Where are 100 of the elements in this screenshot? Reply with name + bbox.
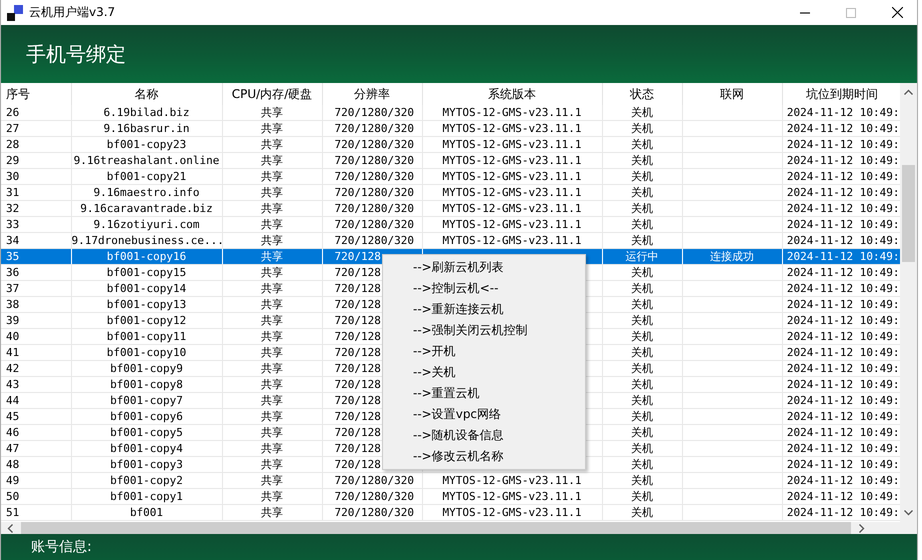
table-cell: 运行中 [626, 250, 658, 263]
table-cell: 连接成功 [710, 250, 754, 263]
scroll-up-icon[interactable] [904, 89, 914, 95]
table-cell: 720/128 [334, 282, 381, 295]
table-cell: 720/1280/320 [334, 202, 414, 215]
column-header[interactable]: CPU/内存/硬盘 [222, 83, 322, 105]
table-cell: 39 [6, 314, 20, 327]
table-cell: 720/128 [334, 394, 381, 407]
table-cell: 共享 [261, 410, 283, 423]
table-cell: MYTOS-12-GMS-v23.11.1 [442, 106, 582, 119]
table-cell: 42 [6, 362, 20, 375]
table-cell: 2024-11-12 10:49: [786, 122, 900, 135]
table-cell: 720/1280/320 [334, 474, 414, 487]
table-cell: 50 [6, 490, 20, 503]
table-cell: 关机 [631, 314, 653, 327]
table-cell: 720/1280/320 [334, 218, 414, 231]
menu-item[interactable]: -->控制云机<-- [383, 278, 585, 299]
table-cell: 720/128 [334, 346, 381, 359]
table-cell: 共享 [261, 346, 283, 359]
table-cell: 关机 [631, 394, 653, 407]
table-cell: 关机 [631, 154, 653, 167]
menu-item[interactable]: -->随机设备信息 [383, 425, 585, 446]
table-cell: 关机 [631, 442, 653, 455]
table-cell: 2024-11-12 10:49: [786, 410, 900, 423]
table-cell: 共享 [261, 474, 283, 487]
table-cell: 2024-11-12 10:49: [786, 234, 900, 247]
table-cell: 关机 [631, 202, 653, 215]
table-cell: 43 [6, 378, 20, 391]
table-cell: 共享 [261, 442, 283, 455]
table-cell: 47 [6, 442, 20, 455]
table-cell: 720/128 [334, 442, 381, 455]
table-cell: 2024-11-12 10:49: [786, 138, 900, 151]
close-icon[interactable] [892, 7, 903, 18]
table-cell: 共享 [261, 362, 283, 375]
table-cell: bf001-copy14 [106, 282, 186, 295]
table-cell: 2024-11-12 10:49: [786, 458, 900, 471]
column-header[interactable]: 系统版本 [422, 83, 602, 105]
table-cell: bf001-copy3 [110, 458, 183, 471]
account-info-label: 账号信息: [31, 538, 92, 556]
table-cell: 共享 [261, 378, 283, 391]
scroll-down-icon[interactable] [904, 510, 914, 516]
table-cell: 共享 [261, 154, 283, 167]
scrollbar-thumb[interactable] [902, 165, 916, 262]
menu-item[interactable]: -->刷新云机列表 [383, 257, 585, 278]
scroll-right-icon[interactable] [859, 524, 865, 532]
table-cell: 720/1280/320 [334, 490, 414, 503]
table-cell: 共享 [261, 138, 283, 151]
menu-item[interactable]: -->修改云机名称 [383, 446, 585, 467]
column-header[interactable]: 联网 [682, 83, 782, 105]
menu-item[interactable]: -->关机 [383, 362, 585, 383]
table-cell: 720/128 [334, 378, 381, 391]
table-cell: 720/1280/320 [334, 122, 414, 135]
table-cell: 关机 [631, 218, 653, 231]
table-cell: 9.16treashalant.online [74, 154, 220, 167]
table-cell: 关机 [631, 458, 653, 471]
table-cell: 共享 [261, 426, 283, 439]
table-cell: 44 [6, 394, 20, 407]
table-cell: 共享 [261, 330, 283, 343]
table-cell: bf001-copy4 [110, 442, 183, 455]
scroll-left-icon[interactable] [7, 524, 13, 532]
table-cell: bf001-copy12 [106, 314, 186, 327]
table-cell: 720/1280/320 [334, 154, 414, 167]
table-cell: bf001-copy9 [110, 362, 183, 375]
table-cell: 共享 [261, 266, 283, 279]
table-cell: 720/1280/320 [334, 234, 414, 247]
table-cell: 46 [6, 426, 20, 439]
table-cell: bf001-copy21 [106, 170, 186, 183]
table-cell: bf001-copy16 [106, 250, 186, 263]
table-cell: 38 [6, 298, 20, 311]
table-cell: bf001-copy10 [106, 346, 186, 359]
menu-item[interactable]: -->重置云机 [383, 383, 585, 404]
column-header[interactable]: 状态 [602, 83, 682, 105]
table-cell: 2024-11-12 10:49: [786, 394, 900, 407]
table-cell: MYTOS-12-GMS-v23.11.1 [442, 170, 582, 183]
table-cell: 2024-11-12 10:49: [786, 362, 900, 375]
table-cell: 共享 [261, 394, 283, 407]
table-cell: 720/128 [334, 426, 381, 439]
table-cell: 9.16maestro.info [94, 186, 200, 199]
table-cell: 720/128 [334, 330, 381, 343]
table-cell: 2024-11-12 10:49: [786, 378, 900, 391]
table-cell: 51 [6, 506, 20, 519]
table-cell: 720/128 [334, 266, 381, 279]
table-cell: 2024-11-12 10:49: [786, 474, 900, 487]
column-header[interactable]: 分辨率 [322, 83, 422, 105]
table-cell: 关机 [631, 506, 653, 519]
app-icon [7, 4, 23, 20]
menu-item[interactable]: -->重新连接云机 [383, 299, 585, 320]
table-cell: 关机 [631, 266, 653, 279]
table-cell: 关机 [631, 362, 653, 375]
table-cell: 6.19bilad.biz [103, 106, 190, 119]
menu-item[interactable]: -->设置vpc网络 [383, 404, 585, 425]
table-cell: MYTOS-12-GMS-v23.11.1 [442, 474, 582, 487]
table-cell: 共享 [261, 170, 283, 183]
table-cell: 720/128 [334, 458, 381, 471]
menu-item[interactable]: -->强制关闭云机控制 [383, 320, 585, 341]
column-header[interactable]: 名称 [71, 83, 222, 105]
table-cell: bf001-copy23 [106, 138, 186, 151]
menu-item[interactable]: -->开机 [383, 341, 585, 362]
table-cell: 共享 [261, 506, 283, 519]
table-cell: 共享 [261, 218, 283, 231]
